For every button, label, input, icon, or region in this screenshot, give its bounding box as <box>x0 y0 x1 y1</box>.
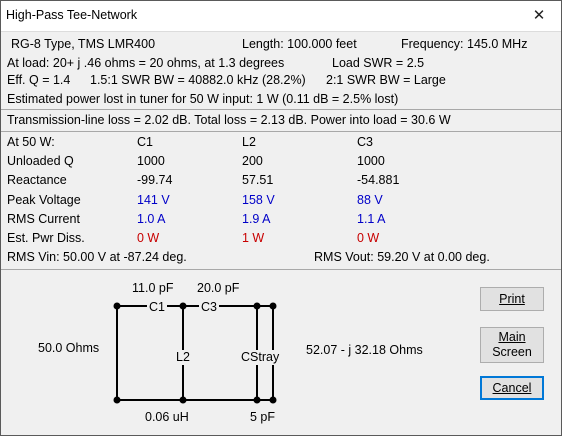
main-screen-button-label-line1: Main <box>498 330 526 344</box>
input-terminal-node <box>113 302 121 310</box>
junction-node <box>179 302 187 310</box>
c3-value: 20.0 pF <box>197 281 240 295</box>
input-impedance: 50.0 Ohms <box>38 341 100 355</box>
dialog-window: High-Pass Tee-Network ✕ RG-8 Type, TMS L… <box>0 0 562 436</box>
print-button-label: Print <box>499 291 525 306</box>
input-ground-node <box>113 396 121 404</box>
main-screen-button-label-line2: Screen <box>492 345 532 359</box>
junction-node <box>253 302 261 310</box>
c3-label: C3 <box>199 300 219 315</box>
l2-label: L2 <box>175 350 191 365</box>
junction-node <box>179 396 187 404</box>
output-impedance: 52.07 - j 32.18 Ohms <box>306 343 423 357</box>
cancel-button-label: Cancel <box>492 380 532 395</box>
tee-network-schematic <box>113 302 277 404</box>
c1-value: 11.0 pF <box>132 281 174 295</box>
output-terminal-node <box>269 302 277 310</box>
l2-value: 0.06 uH <box>145 410 189 424</box>
c1-label: C1 <box>147 300 167 315</box>
cstray-label: CStray <box>240 350 281 365</box>
cancel-button[interactable]: Cancel <box>480 376 544 400</box>
output-ground-node <box>269 396 277 404</box>
junction-node <box>253 396 261 404</box>
print-button[interactable]: Print <box>480 287 544 311</box>
main-screen-button[interactable]: Main Screen <box>480 327 544 363</box>
cstray-value: 5 pF <box>250 410 276 424</box>
